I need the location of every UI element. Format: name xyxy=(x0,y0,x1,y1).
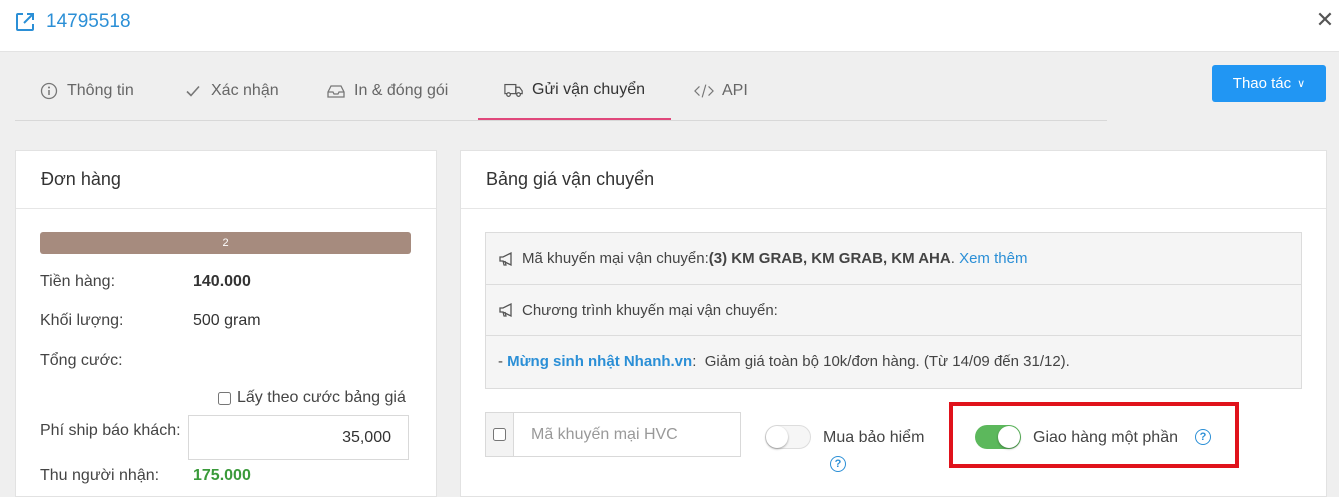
tab-label: API xyxy=(722,82,748,99)
see-more-link[interactable]: Xem thêm xyxy=(959,250,1027,267)
actions-dropdown-button[interactable]: Thao tác ∨ xyxy=(1212,65,1326,102)
megaphone-icon xyxy=(498,302,516,318)
weight-label: Khối lượng: xyxy=(40,312,124,329)
order-id-title: 14795518 xyxy=(46,11,131,32)
tab-confirm[interactable]: Xác nhận xyxy=(183,62,279,120)
program-name-link[interactable]: Mừng sinh nhật Nhanh.vn xyxy=(507,353,692,370)
tab-bar: Thông tin Xác nhận In & đóng gói Gửi vận… xyxy=(15,62,1107,121)
promo-code-row: Mã khuyến mại vận chuyển: (3) KM GRAB, K… xyxy=(486,233,1301,284)
tab-label: In & đóng gói xyxy=(354,82,449,99)
highlight-annotation-box xyxy=(949,402,1239,468)
promo-code-list: KM GRAB, KM GRAB, KM AHA xyxy=(731,250,951,267)
total-fee-label: Tổng cước: xyxy=(40,352,123,369)
tab-print-pack[interactable]: In & đóng gói xyxy=(326,62,448,120)
tab-label: Xác nhận xyxy=(211,82,279,99)
promo-box: Mã khuyến mại vận chuyển: (3) KM GRAB, K… xyxy=(485,232,1302,389)
code-icon xyxy=(694,81,714,101)
receiver-collect-label: Thu người nhận: xyxy=(40,467,160,484)
promo-program-label: Chương trình khuyến mại vận chuyển: xyxy=(522,301,778,319)
tab-label: Gửi vận chuyển xyxy=(532,81,645,98)
use-price-table-option[interactable]: Lấy theo cước bảng giá xyxy=(218,389,406,407)
chevron-down-icon: ∨ xyxy=(1297,78,1306,90)
weight-value: 500 gram xyxy=(193,312,261,329)
order-card-title: Đơn hàng xyxy=(16,151,436,209)
use-price-table-label: Lấy theo cước bảng giá xyxy=(237,389,406,406)
tab-api[interactable]: API xyxy=(694,62,748,120)
receiver-collect-value: 175.000 xyxy=(193,467,251,484)
goods-value: 140.000 xyxy=(193,273,251,290)
goods-label: Tiền hàng: xyxy=(40,273,116,290)
program-colon: : xyxy=(692,352,697,370)
external-edit-icon[interactable] xyxy=(14,11,36,33)
use-price-table-checkbox[interactable] xyxy=(218,391,231,405)
modal-header: 14795518 ✕ xyxy=(0,0,1339,52)
info-icon xyxy=(39,81,59,101)
promo-code-prefix: Mã khuyến mại vận chuyển: xyxy=(522,250,709,267)
promo-code-suffix: . xyxy=(950,250,955,267)
tab-shipping[interactable]: Gửi vận chuyển xyxy=(478,62,671,120)
close-icon[interactable]: ✕ xyxy=(1314,9,1336,31)
promo-program-row: Chương trình khuyến mại vận chuyển: xyxy=(486,284,1301,335)
actions-label: Thao tác xyxy=(1232,75,1292,92)
shipping-card-title: Bảng giá vận chuyển xyxy=(461,151,1326,209)
toggle-knob xyxy=(766,426,788,448)
insurance-help-icon[interactable]: ? xyxy=(830,456,846,472)
promo-code-count: (3) xyxy=(708,250,728,267)
megaphone-icon xyxy=(498,251,516,267)
hvc-promo-checkbox[interactable] xyxy=(493,428,506,441)
insurance-label: Mua bảo hiểm xyxy=(823,429,925,446)
program-detail-row: - Mừng sinh nhật Nhanh.vn : Giảm giá toà… xyxy=(486,335,1301,386)
tab-label: Thông tin xyxy=(67,82,134,99)
order-progress-bar: 2 xyxy=(40,232,411,254)
hvc-promo-input[interactable] xyxy=(514,413,740,456)
truck-icon xyxy=(504,80,524,100)
insurance-toggle[interactable] xyxy=(765,425,811,449)
order-card: Đơn hàng 2 Tiền hàng: 140.000 Khối lượng… xyxy=(15,150,437,497)
hvc-promo-group xyxy=(485,412,741,457)
ship-fee-input[interactable] xyxy=(188,415,409,460)
program-description: Giảm giá toàn bộ 10k/đơn hàng. (Từ 14/09… xyxy=(704,352,1070,370)
ship-fee-label: Phí ship báo khách: xyxy=(40,422,181,439)
check-icon xyxy=(183,81,203,101)
program-dash: - xyxy=(498,352,508,370)
inbox-icon xyxy=(326,81,346,101)
hvc-checkbox-addon xyxy=(486,413,514,456)
tab-info[interactable]: Thông tin xyxy=(39,62,134,120)
